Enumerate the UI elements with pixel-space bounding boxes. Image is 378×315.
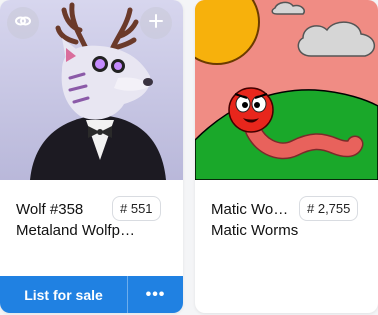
nft-card-worm[interactable]: Matic Wo… # 2,755 Matic Worms xyxy=(195,0,378,313)
plus-icon xyxy=(148,13,164,33)
nft-info: Matic Wo… # 2,755 Matic Worms xyxy=(195,180,378,276)
token-number-badge: # 551 xyxy=(112,196,161,221)
nft-image-worm[interactable] xyxy=(195,0,378,180)
nft-title[interactable]: Matic Wo… xyxy=(211,201,288,218)
card-actions: List for sale ••• xyxy=(0,276,183,313)
token-number-badge: # 2,755 xyxy=(299,196,359,221)
collection-name[interactable]: Metaland Wolfp… xyxy=(16,222,135,239)
link-icon xyxy=(14,12,32,34)
list-for-sale-button[interactable]: List for sale xyxy=(0,276,128,313)
nft-title[interactable]: Wolf #358 xyxy=(16,201,83,218)
collection-name[interactable]: Matic Worms xyxy=(211,222,298,239)
more-options-button[interactable]: ••• xyxy=(128,276,183,313)
nft-card-wolf[interactable]: Wolf #358 # 551 Metaland Wolfp… List for… xyxy=(0,0,183,313)
add-button[interactable] xyxy=(140,7,172,39)
nft-info: Wolf #358 # 551 Metaland Wolfp… xyxy=(0,180,183,276)
link-button[interactable] xyxy=(7,7,39,39)
